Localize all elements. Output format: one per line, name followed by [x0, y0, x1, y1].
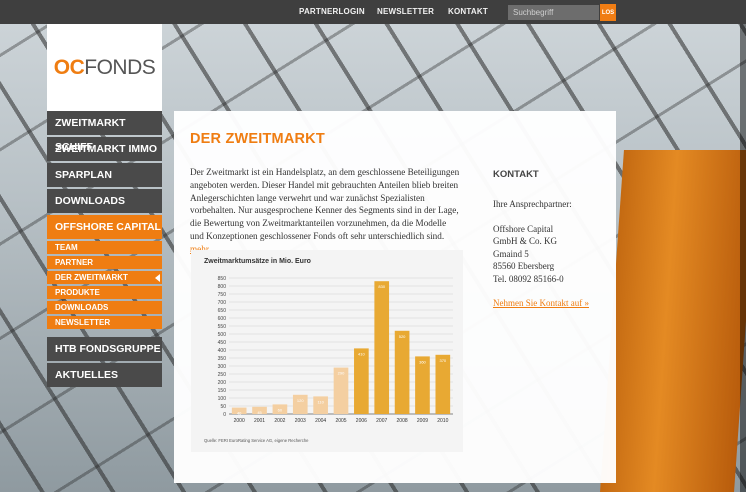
- page-title: DER ZWEITMARKT: [190, 131, 325, 147]
- chart-y-tick-label: 200: [218, 380, 227, 386]
- subnav-der-zweitmarkt[interactable]: DER ZWEITMARKT: [47, 271, 162, 284]
- chart-y-tick-label: 600: [218, 316, 227, 322]
- kontakt-link[interactable]: KONTAKT: [448, 7, 488, 16]
- chart-x-tick-label: 2008: [397, 418, 408, 424]
- chart-bar: [435, 354, 451, 414]
- contact-subheading: Ihre Ansprechpartner:: [493, 199, 572, 209]
- contact-link[interactable]: Nehmen Sie Kontakt auf »: [493, 298, 611, 308]
- nav-downloads[interactable]: DOWNLOADS: [47, 189, 162, 213]
- nav-sparplan[interactable]: SPARPLAN: [47, 163, 162, 187]
- chart-data-label: 370: [439, 358, 446, 363]
- chart-x-tick-label: 2009: [417, 418, 428, 424]
- revenue-chart: Zweitmarktumsätze in Mio. Euro 0 50 100 150 2…: [191, 250, 463, 452]
- contact-phone: Tel. 08092 85166-0: [493, 273, 564, 284]
- logo[interactable]: OC FONDS: [47, 24, 162, 111]
- subnav-downloads[interactable]: DOWNLOADS: [47, 301, 162, 314]
- subnav-partner[interactable]: PARTNER: [47, 256, 162, 269]
- search-input[interactable]: [508, 5, 599, 20]
- chart-data-label: 290: [338, 371, 345, 376]
- chart-data-label: 520: [399, 334, 406, 339]
- nav-aktuelles[interactable]: AKTUELLES: [47, 363, 162, 387]
- chart-bar: [394, 330, 410, 414]
- chart-y-tick-label: 100: [218, 396, 227, 402]
- chart-y-tick-label: 750: [218, 292, 227, 298]
- contact-address-line: Offshore Capital: [493, 223, 554, 234]
- chart-source: Quelle: FERI EuroRating Service AG, eige…: [204, 438, 309, 443]
- partnerlogin-link[interactable]: PARTNERLOGIN: [299, 7, 365, 16]
- chart-y-tick-label: 300: [218, 364, 227, 370]
- subnav-produkte[interactable]: PRODUKTE: [47, 286, 162, 299]
- chart-x-tick-label: 2010: [437, 418, 448, 424]
- chart-data-label: 45: [257, 410, 262, 415]
- chart-data-label: 410: [358, 351, 365, 356]
- logo-fonds: FONDS: [84, 55, 156, 79]
- contact-box: KONTAKT Ihre Ansprechpartner: Offshore C…: [493, 169, 611, 308]
- chart-y-tick-label: 50: [220, 404, 226, 410]
- logo-oc: OC: [53, 55, 85, 79]
- chart-y-tick-label: 450: [218, 340, 227, 346]
- subnav-newsletter[interactable]: NEWSLETTER: [47, 316, 162, 329]
- chart-y-tick-label: 250: [218, 372, 227, 378]
- chart-x-tick-label: 2001: [254, 418, 265, 424]
- chart-y-tick-label: 850: [218, 276, 227, 282]
- contact-address-line: GmbH & Co. KG: [493, 236, 558, 246]
- chart-data-label: 830: [378, 284, 385, 289]
- contact-address-line: Gmaind 5: [493, 248, 529, 259]
- chart-data-label: 40: [237, 411, 242, 416]
- nav-htb-fondsgruppe[interactable]: HTB FONDSGRUPPE: [47, 337, 162, 361]
- nav-zweitmarkt-immo[interactable]: ZWEITMARKT IMMO: [47, 137, 162, 161]
- chart-y-tick-label: 650: [218, 308, 227, 314]
- chart-y-tick-label: 350: [218, 356, 227, 362]
- chart-y-tick-label: 550: [218, 324, 227, 330]
- chart-bar: [374, 281, 390, 414]
- chart-y-tick-label: 500: [218, 332, 227, 338]
- chart-x-tick-label: 2006: [356, 418, 367, 424]
- subnav-team[interactable]: TEAM: [47, 241, 162, 254]
- chart-data-label: 60: [278, 407, 283, 412]
- background-orange-beam: [600, 150, 746, 492]
- search-button[interactable]: LOS: [600, 4, 616, 21]
- intro-text: Der Zweitmarkt ist ein Handelsplatz, an …: [190, 166, 462, 256]
- chart-data-label: 360: [419, 359, 426, 364]
- chart-x-tick-label: 2002: [274, 418, 285, 424]
- contact-heading: KONTAKT: [493, 169, 539, 180]
- nav-offshore-capital[interactable]: OFFSHORE CAPITAL: [47, 215, 162, 239]
- background-edge: [740, 0, 746, 492]
- contact-address-line: 85560 Ebersberg: [493, 261, 555, 271]
- chart-data-label: 120: [297, 398, 304, 403]
- chart-x-tick-label: 2004: [315, 418, 326, 424]
- content-panel: DER ZWEITMARKT Der Zweitmarkt ist ein Ha…: [174, 111, 616, 483]
- chart-x-tick-label: 2000: [234, 418, 245, 424]
- chart-y-tick-label: 400: [218, 348, 227, 354]
- nav-zweitmarkt-schiff[interactable]: ZWEITMARKT SCHIFF: [47, 111, 162, 153]
- newsletter-link[interactable]: NEWSLETTER: [377, 7, 434, 16]
- chart-data-label: 110: [317, 399, 324, 404]
- chart-y-tick-label: 700: [218, 300, 227, 306]
- intro-body: Der Zweitmarkt ist ein Handelsplatz, an …: [190, 167, 460, 241]
- side-navigation: ZWEITMARKT SCHIFF ZWEITMARKT IMMO SPARPL…: [47, 111, 162, 387]
- chart-y-tick-label: 0: [223, 412, 226, 418]
- chart-x-tick-label: 2005: [335, 418, 346, 424]
- chart-x-tick-label: 2007: [376, 418, 387, 424]
- revenue-chart-svg: Zweitmarktumsätze in Mio. Euro 0 50 100 150 2…: [204, 258, 453, 443]
- chart-bar: [354, 348, 369, 414]
- chart-y-tick-label: 150: [218, 388, 227, 394]
- chart-x-tick-label: 2003: [295, 418, 306, 424]
- chart-y-tick-label: 800: [218, 284, 227, 290]
- chart-bar: [415, 356, 430, 414]
- chart-title: Zweitmarktumsätze in Mio. Euro: [204, 258, 311, 265]
- top-bar: PARTNERLOGIN NEWSLETTER KONTAKT LOS: [0, 0, 746, 24]
